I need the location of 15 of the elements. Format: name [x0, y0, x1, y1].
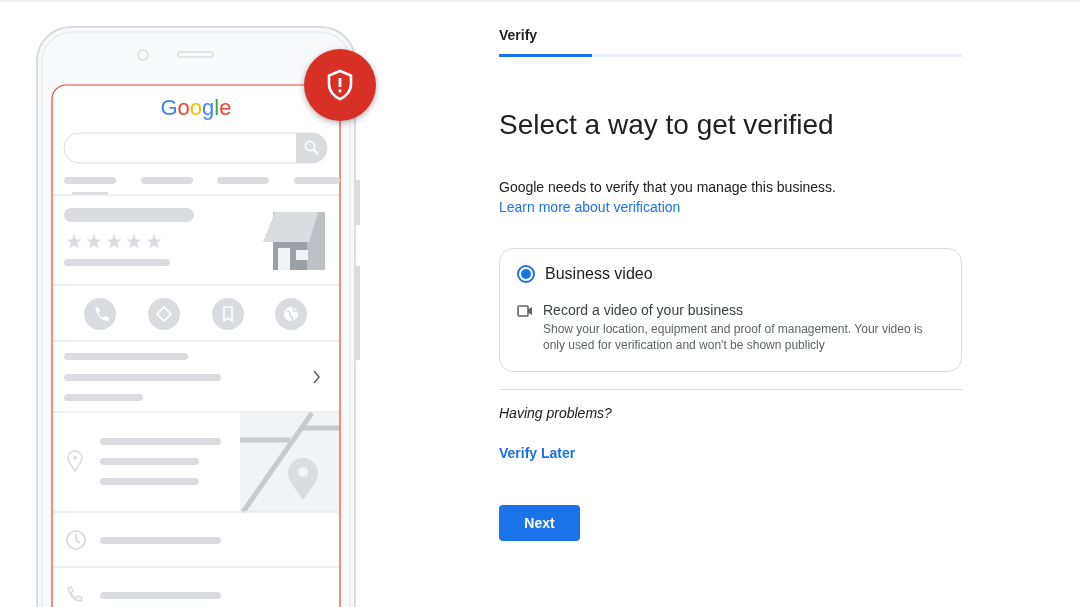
shield-icon	[326, 69, 354, 101]
step-label: Verify	[499, 27, 539, 43]
option-card[interactable]: Business video Record a video of your business Show your location, equipment and proof of management. Your video is only used for verification and won't be shown publicly	[499, 248, 962, 372]
logo-text: Google	[160, 95, 232, 120]
learn-more-link[interactable]: Learn more about verification	[499, 199, 681, 215]
description-text: Google needs to verify that you manage this business.	[499, 179, 837, 195]
method-description: Show your location, equipment and proof of management. Your video is only used for verification and won't be shown publicly	[543, 321, 924, 353]
verify-later-link[interactable]: Verify Later	[499, 445, 576, 461]
page-heading: Select a way to get verified	[499, 109, 835, 141]
radio-button[interactable]	[517, 265, 535, 283]
option-title: Business video	[545, 265, 653, 283]
video-camera-icon	[517, 305, 533, 317]
method-title: Record a video of your business	[543, 302, 744, 318]
help-question: Having problems?	[499, 405, 613, 421]
next-button[interactable]: Next	[499, 505, 580, 541]
